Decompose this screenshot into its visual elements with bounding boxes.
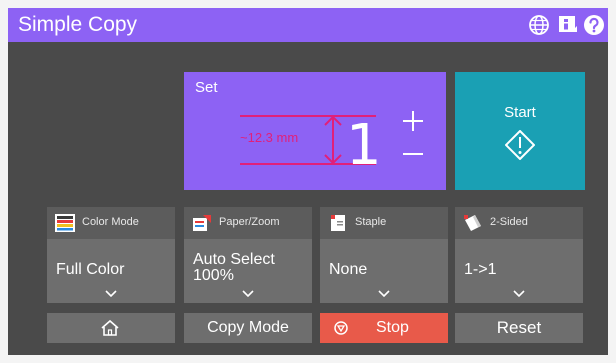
color-mode-label: Color Mode — [82, 216, 139, 228]
staple-label: Staple — [355, 216, 387, 228]
chevron-down-icon — [105, 290, 117, 297]
info-icon[interactable] — [557, 14, 579, 36]
measure-arrow-icon — [324, 115, 342, 165]
staple-icon — [331, 215, 345, 231]
reset-button[interactable]: Reset — [455, 313, 583, 343]
page-title: Simple Copy — [18, 13, 138, 36]
chevron-down-icon — [513, 290, 525, 297]
copy-count: 1 — [346, 113, 382, 178]
staple-header: Staple — [320, 207, 448, 239]
measurement-label: ~12.3 mm — [240, 130, 299, 145]
stop-icon — [334, 321, 348, 335]
chevron-down-icon — [378, 290, 390, 297]
decrement-button[interactable] — [402, 151, 424, 157]
paper-zoom-ratio: 100% — [193, 267, 234, 284]
paper-zoom-value: Auto Select — [193, 251, 275, 268]
staple-button[interactable]: Staple None — [320, 207, 448, 303]
chevron-down-icon — [242, 290, 254, 297]
paper-zoom-button[interactable]: Paper/Zoom Auto Select 100% — [184, 207, 312, 303]
two-sided-button[interactable]: 2-Sided 1->1 — [455, 207, 583, 303]
staple-value: None — [329, 261, 368, 278]
title-bar: Simple Copy — [8, 8, 608, 42]
help-icon[interactable] — [583, 14, 605, 36]
color-mode-header: Color Mode — [47, 207, 175, 239]
color-mode-button[interactable]: Color Mode Full Color — [47, 207, 175, 303]
set-label: Set — [195, 79, 218, 96]
stop-label: Stop — [376, 319, 409, 336]
home-button[interactable] — [47, 313, 175, 343]
two-sided-label: 2-Sided — [490, 216, 528, 228]
start-button[interactable]: Start — [455, 72, 585, 190]
two-sided-icon — [464, 215, 481, 231]
copy-count-panel: Set ~12.3 mm 1 — [184, 72, 446, 190]
color-mode-icon — [55, 214, 75, 232]
start-diamond-icon — [505, 130, 535, 160]
color-mode-value: Full Color — [56, 261, 125, 278]
copy-mode-button[interactable]: Copy Mode — [184, 313, 312, 343]
two-sided-value: 1->1 — [464, 261, 497, 278]
paper-zoom-icon — [193, 215, 211, 231]
copy-screen: Simple Copy Set ~12.3 mm 1 Start Color M… — [8, 8, 608, 355]
paper-zoom-label: Paper/Zoom — [219, 216, 280, 228]
stop-button[interactable]: Stop — [320, 313, 448, 343]
paper-zoom-header: Paper/Zoom — [184, 207, 312, 239]
start-label: Start — [504, 104, 536, 121]
globe-icon[interactable] — [528, 14, 550, 36]
home-icon — [101, 319, 119, 336]
two-sided-header: 2-Sided — [455, 207, 583, 239]
increment-button[interactable] — [402, 110, 424, 132]
